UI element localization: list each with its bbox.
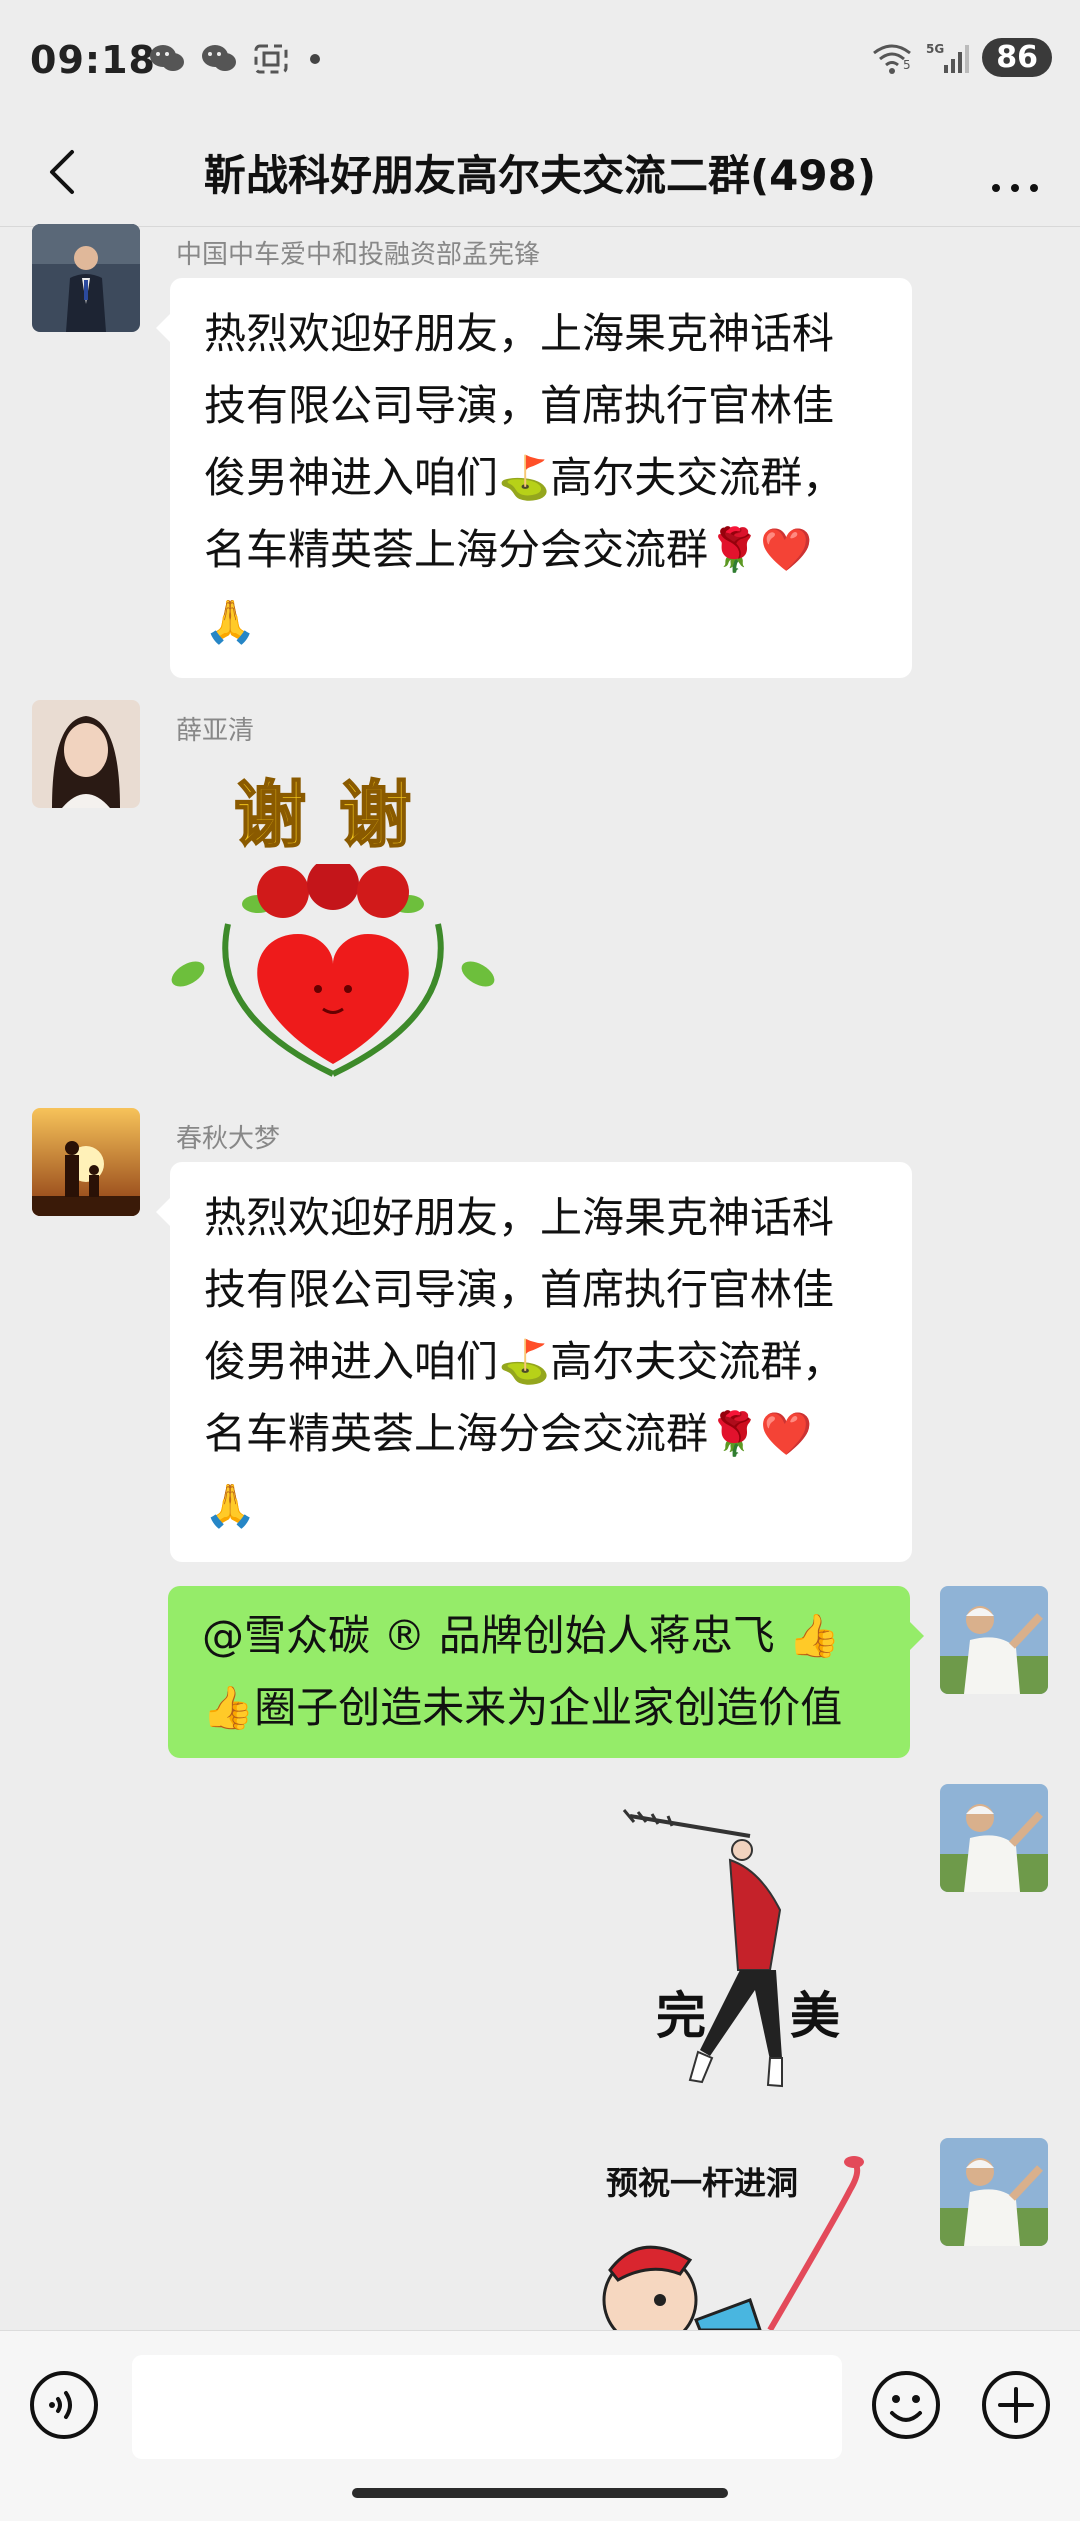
- message-bubble[interactable]: 热烈欢迎好朋友，上海果克神话科 技有限公司导演，首席执行官林佳 俊男神进入咱们⛳…: [156, 1162, 912, 1562]
- cartoon-golfer-graphic: [602, 2156, 864, 2330]
- plus-icon[interactable]: [980, 2369, 1052, 2441]
- header-divider: [0, 226, 1080, 227]
- chat-header: 靳战科好朋友高尔夫交流二群(498): [0, 120, 1080, 228]
- avatar[interactable]: [32, 1108, 140, 1216]
- chat-title: 靳战科好朋友高尔夫交流二群(498): [203, 151, 877, 200]
- battery-indicator: 86: [982, 38, 1052, 77]
- wifi-icon: 5: [873, 44, 912, 74]
- message-line: 名车精英荟上海分会交流群🌹❤️: [204, 525, 813, 574]
- wechat-icon: [150, 45, 184, 71]
- avatar-businessman: [32, 224, 140, 332]
- message-line: 👍圈子创造未来为企业家创造价值: [202, 1683, 843, 1732]
- message-line: 俊男神进入咱们⛳高尔夫交流群，: [204, 1337, 845, 1386]
- sticker-text: 谢 谢: [233, 772, 416, 858]
- voice-input-icon[interactable]: [28, 2369, 100, 2441]
- avatar-self[interactable]: [940, 1586, 1048, 1694]
- message-bubble-self[interactable]: @雪众碳 ® 品牌创始人蒋忠飞 👍 👍圈子创造未来为企业家创造价值: [168, 1586, 924, 1758]
- svg-text:5G: 5G: [926, 42, 944, 56]
- home-indicator[interactable]: [352, 2488, 728, 2498]
- status-time: 09:18: [30, 38, 156, 82]
- avatar[interactable]: [32, 224, 140, 332]
- avatar-golfer: [940, 1784, 1048, 1892]
- message-input[interactable]: [132, 2355, 842, 2459]
- avatar-golfer: [940, 1586, 1048, 1694]
- avatar[interactable]: [32, 700, 140, 808]
- more-options-icon[interactable]: [980, 146, 1050, 202]
- more-notifications-dot: [310, 54, 320, 64]
- emoji-icon[interactable]: [870, 2369, 942, 2441]
- message-line: 俊男神进入咱们⛳高尔夫交流群，: [204, 453, 845, 502]
- sticker-hole-in-one[interactable]: 预祝一杆进洞: [600, 2150, 900, 2330]
- message-line: 名车精英荟上海分会交流群🌹❤️: [204, 1409, 813, 1458]
- sticker-text: 美: [790, 1987, 840, 2045]
- sender-name: 薛亚清: [176, 716, 255, 746]
- system-indicators: 5 5G 86: [870, 38, 1052, 77]
- avatar-self[interactable]: [940, 1784, 1048, 1892]
- message-bubble[interactable]: 热烈欢迎好朋友，上海果克神话科 技有限公司导演，首席执行官林佳 俊男神进入咱们⛳…: [156, 278, 912, 678]
- back-arrow-icon[interactable]: [36, 140, 96, 204]
- message-line: 技有限公司导演，首席执行官林佳: [204, 381, 835, 430]
- message-line: 热烈欢迎好朋友，上海果克神话科: [204, 309, 835, 358]
- message-line: 技有限公司导演，首席执行官林佳: [204, 1265, 835, 1314]
- golfer-swing-graphic: [622, 1809, 783, 2088]
- status-bar: 09:18 5 5G 86: [0, 0, 1080, 120]
- sticker-thanks[interactable]: 谢 谢: [168, 752, 498, 1082]
- notification-icons: [148, 42, 320, 76]
- wechat-icon: [202, 45, 236, 71]
- avatar-woman: [32, 700, 140, 808]
- sender-name: 春秋大梦: [176, 1124, 281, 1154]
- avatar-sunset-silhouette: [32, 1108, 140, 1216]
- message-line: @雪众碳 ® 品牌创始人蒋忠飞 👍: [202, 1611, 841, 1660]
- sticker-perfect-golfer[interactable]: 完 美: [620, 1800, 910, 2100]
- avatar-golfer: [940, 2138, 1048, 2246]
- message-line: 🙏: [204, 597, 257, 646]
- heart-vine-graphic: [171, 864, 495, 1077]
- sticker-text: 完: [656, 1987, 706, 2045]
- avatar-self[interactable]: [940, 2138, 1048, 2246]
- message-line: 热烈欢迎好朋友，上海果克神话科: [204, 1193, 835, 1242]
- sender-name: 中国中车爱中和投融资部孟宪锋: [176, 240, 541, 270]
- message-line: 🙏: [204, 1481, 257, 1530]
- screenshot-icon: [254, 44, 288, 74]
- svg-text:5: 5: [903, 58, 911, 72]
- cellular-signal-icon: 5G: [926, 42, 970, 73]
